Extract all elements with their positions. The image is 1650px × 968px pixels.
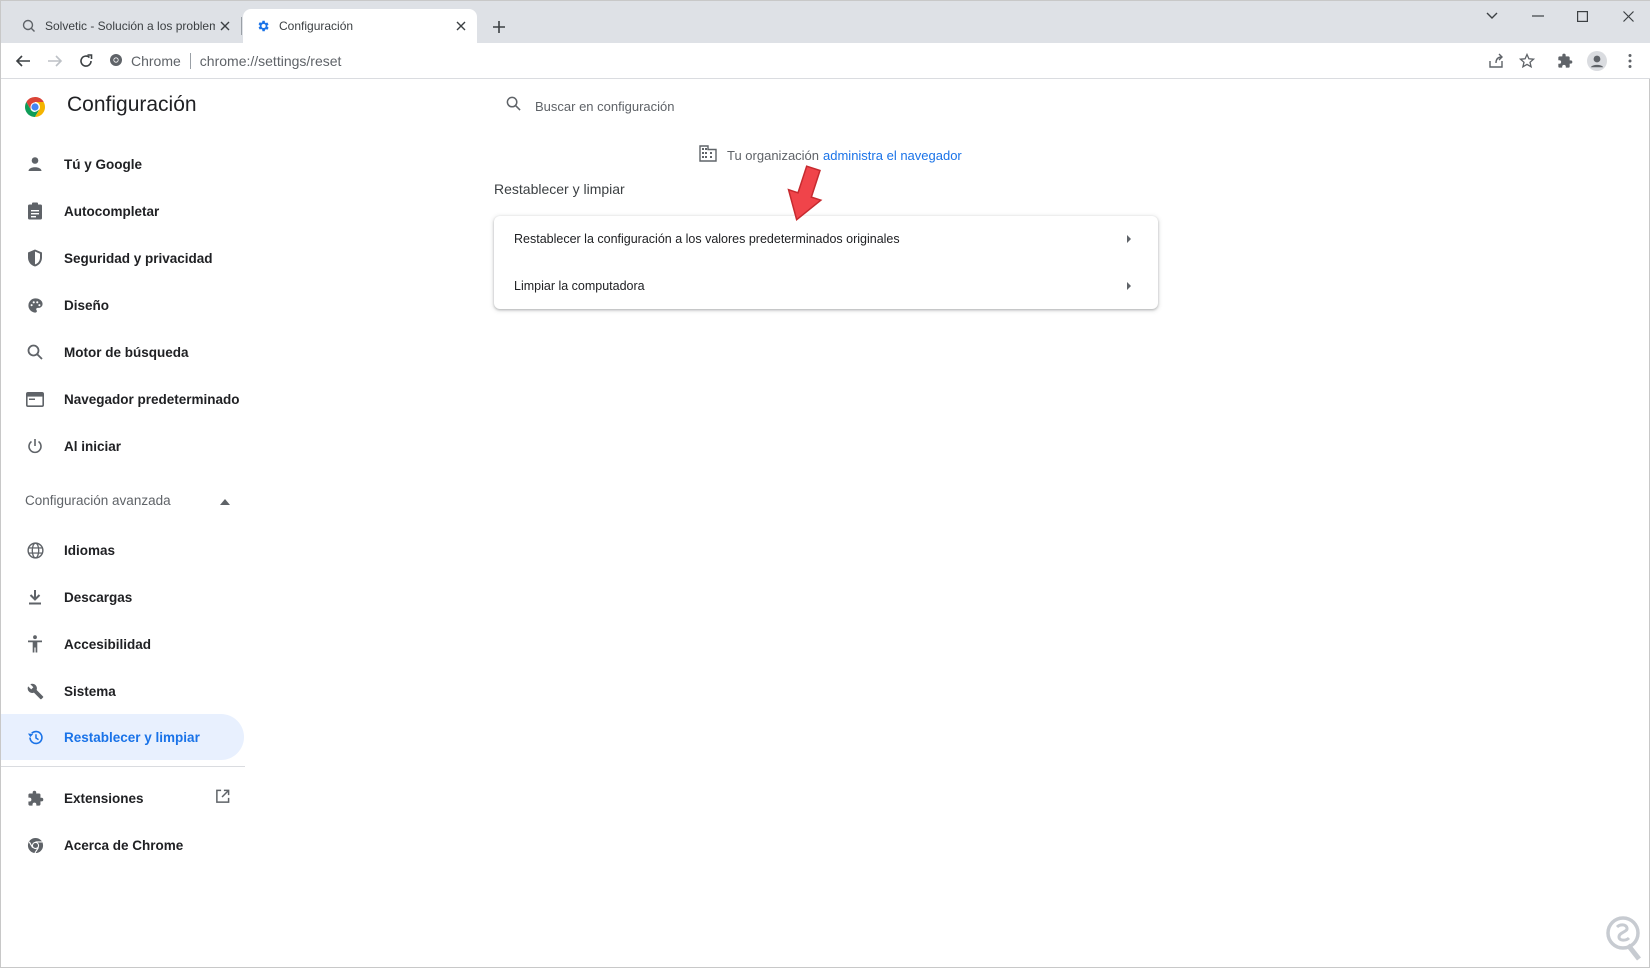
advanced-settings-label: Configuración avanzada <box>25 492 171 508</box>
sidebar-item-restablecer[interactable]: Restablecer y limpiar <box>1 714 244 760</box>
palette-icon <box>25 295 45 315</box>
sidebar-item-extensiones[interactable]: Extensiones <box>1 775 244 821</box>
power-icon <box>25 436 45 456</box>
sidebar-item-accesibilidad[interactable]: Accesibilidad <box>1 621 244 667</box>
sidebar-item-navegador-predeterminado[interactable]: Navegador predeterminado <box>1 376 244 422</box>
reload-icon[interactable] <box>74 49 98 73</box>
bookmark-star-icon[interactable] <box>1515 49 1539 73</box>
site-label: Chrome <box>131 53 181 69</box>
managed-notice: Tu organización administra el navegador <box>699 145 962 165</box>
row-label: Limpiar la computadora <box>514 279 645 293</box>
arrow-right-icon <box>1127 282 1131 290</box>
sidebar-item-descargas[interactable]: Descargas <box>1 574 244 620</box>
sidebar-item-label: Sistema <box>64 683 116 699</box>
sidebar-item-seguridad[interactable]: Seguridad y privacidad <box>1 235 244 281</box>
clean-computer-row[interactable]: Limpiar la computadora <box>494 263 1158 309</box>
chrome-logo-icon <box>23 95 47 119</box>
search-placeholder: Buscar en configuración <box>535 98 675 114</box>
history-icon <box>25 727 45 747</box>
kebab-menu-icon[interactable] <box>1618 49 1642 73</box>
wrench-icon <box>25 681 45 701</box>
sidebar-item-motor-busqueda[interactable]: Motor de búsqueda <box>1 329 244 375</box>
section-title: Restablecer y limpiar <box>494 181 625 197</box>
sidebar-item-diseno[interactable]: Diseño <box>1 282 244 328</box>
share-icon[interactable] <box>1484 49 1508 73</box>
solvetic-watermark-icon <box>1605 915 1645 966</box>
tab-solvetic[interactable]: Solvetic - Solución a los problemas <box>9 9 241 43</box>
clipboard-icon <box>25 201 45 221</box>
sidebar-item-label: Al iniciar <box>64 438 122 454</box>
settings-search-input[interactable]: Buscar en configuración <box>506 93 1006 119</box>
accessibility-icon <box>25 634 45 654</box>
person-icon <box>25 154 45 174</box>
sidebar-item-label: Idiomas <box>64 542 116 558</box>
minimize-icon[interactable] <box>1515 1 1561 31</box>
gear-icon <box>255 18 271 34</box>
page-title: Configuración <box>67 93 197 116</box>
row-label: Restablecer la configuración a los valor… <box>514 232 900 246</box>
search-icon <box>506 96 521 116</box>
sidebar-item-acerca-de-chrome[interactable]: Acerca de Chrome <box>1 822 244 868</box>
solvetic-favicon-icon <box>21 18 37 34</box>
sidebar-item-label: Navegador predeterminado <box>64 391 240 407</box>
open-in-new-icon <box>215 789 230 807</box>
shield-icon <box>25 248 45 268</box>
sidebar-item-label: Acerca de Chrome <box>64 837 184 853</box>
browser-window: Solvetic - Solución a los problemas Conf… <box>0 0 1650 968</box>
tab-configuracion[interactable]: Configuración <box>243 9 477 43</box>
forward-arrow-icon[interactable] <box>43 49 67 73</box>
building-icon <box>699 145 719 165</box>
sidebar-item-label: Tú y Google <box>64 156 143 172</box>
advanced-settings-toggle[interactable]: Configuración avanzada <box>25 485 230 515</box>
sidebar-item-label: Autocompletar <box>64 203 160 219</box>
sidebar-item-autocompletar[interactable]: Autocompletar <box>1 188 244 234</box>
chrome-site-icon <box>109 53 123 70</box>
reset-settings-card: Restablecer la configuración a los valor… <box>494 216 1158 309</box>
download-icon <box>25 587 45 607</box>
sidebar-item-label: Descargas <box>64 589 133 605</box>
browser-toolbar: Chrome chrome://settings/reset <box>1 43 1650 79</box>
reset-defaults-row[interactable]: Restablecer la configuración a los valor… <box>494 216 1158 262</box>
tab-divider <box>241 17 242 35</box>
arrow-right-icon <box>1127 235 1131 243</box>
tab-strip: Solvetic - Solución a los problemas Conf… <box>1 1 1650 43</box>
browser-window-icon <box>25 389 45 409</box>
sidebar-item-label: Diseño <box>64 297 110 313</box>
sidebar-item-label: Restablecer y limpiar <box>64 729 200 745</box>
globe-icon <box>25 540 45 560</box>
extensions-puzzle-icon[interactable] <box>1553 49 1577 73</box>
sidebar-item-label: Accesibilidad <box>64 636 152 652</box>
caret-up-icon <box>220 493 230 508</box>
new-tab-plus-icon[interactable] <box>487 15 511 39</box>
tab-search-chevron-icon[interactable] <box>1469 1 1515 31</box>
maximize-icon[interactable] <box>1559 1 1605 31</box>
annotation-arrow-icon <box>785 165 825 228</box>
close-icon[interactable] <box>215 16 235 36</box>
puzzle-icon <box>25 788 45 808</box>
close-icon[interactable] <box>451 16 471 36</box>
sidebar-item-al-iniciar[interactable]: Al iniciar <box>1 423 244 469</box>
sidebar-item-tu-y-google[interactable]: Tú y Google <box>1 141 244 187</box>
sidebar-item-label: Extensiones <box>64 790 144 806</box>
managed-link[interactable]: administra el navegador <box>823 148 962 163</box>
sidebar-item-label: Motor de búsqueda <box>64 344 189 360</box>
back-arrow-icon[interactable] <box>11 49 35 73</box>
sidebar-item-idiomas[interactable]: Idiomas <box>1 527 244 573</box>
tab-title: Configuración <box>279 19 354 33</box>
sidebar-item-label: Seguridad y privacidad <box>64 250 213 266</box>
sidebar-item-sistema[interactable]: Sistema <box>1 668 244 714</box>
sidebar-divider <box>1 766 245 767</box>
address-bar[interactable]: Chrome chrome://settings/reset <box>109 47 341 75</box>
tab-title: Solvetic - Solución a los problemas <box>45 19 215 33</box>
search-icon <box>25 342 45 362</box>
profile-avatar-icon[interactable] <box>1585 49 1609 73</box>
omnibox-divider <box>189 53 191 69</box>
close-window-icon[interactable] <box>1605 1 1650 31</box>
url-text: chrome://settings/reset <box>199 53 342 69</box>
chrome-icon <box>25 835 45 855</box>
managed-notice-text: Tu organización <box>727 147 820 163</box>
